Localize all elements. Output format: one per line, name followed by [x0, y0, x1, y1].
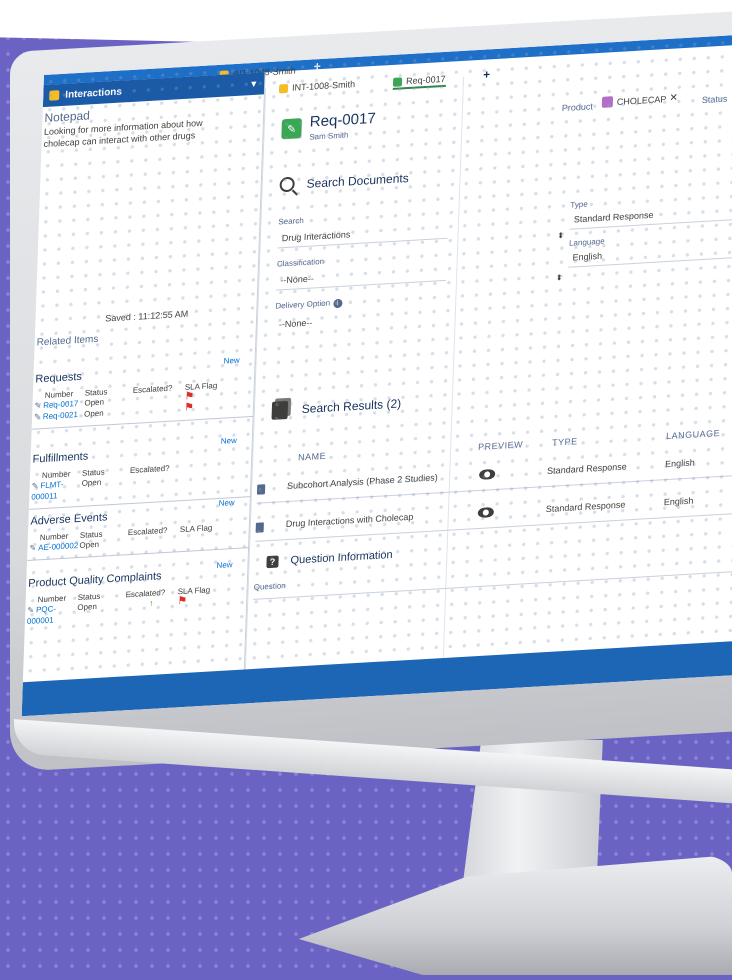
col-preview: PREVIEW — [477, 439, 524, 452]
question-label: Question — [253, 581, 286, 592]
subtab-request-label: Req-0017 — [405, 73, 446, 87]
pqc-section: Product Quality Complaints New Number St… — [25, 560, 249, 627]
classification-select[interactable]: --None-- — [280, 273, 314, 285]
record-title: Req-0017 — [309, 109, 377, 131]
pqc-status: Open — [77, 601, 98, 613]
new-subtab-button[interactable]: + — [483, 67, 491, 81]
search-icon — [279, 176, 295, 193]
interactions-icon — [49, 90, 60, 101]
result-name[interactable]: Subcohort Analysis (Phase 2 Studies) — [287, 472, 438, 491]
subtab-interaction[interactable]: INT-1008-Smith — [278, 79, 356, 93]
question-information-header: ? Question Information — [266, 548, 393, 569]
product-pill[interactable]: CHOLECAP ✕ — [601, 92, 678, 108]
chevron-down-icon[interactable]: ▼ — [249, 79, 258, 90]
info-icon[interactable]: i — [332, 298, 343, 309]
green-arrow-up-icon: ↑ — [149, 598, 154, 608]
close-icon[interactable]: ✕ — [669, 92, 678, 104]
result-type: Standard Response — [545, 499, 626, 515]
subtab-request[interactable]: Req-0017 — [392, 73, 446, 90]
type-select[interactable]: Standard Response — [574, 210, 654, 225]
preview-eye-icon[interactable] — [478, 468, 496, 480]
pqc-new-link[interactable]: New — [216, 560, 232, 570]
type-label: Type — [570, 199, 588, 210]
question-information-title: Question Information — [290, 548, 393, 567]
monitor-screen: INT-1008-Smith + INT-1008-Smith Req-0017… — [21, 32, 732, 717]
col-sla-flag: SLA Flag — [179, 523, 213, 535]
preview-eye-icon[interactable] — [477, 507, 495, 518]
red-flag-icon: ⚑ — [177, 594, 188, 608]
language-label: Language — [568, 236, 605, 248]
result-name[interactable]: Drug Interactions with Cholecap — [286, 512, 414, 529]
delivery-label: Delivery Option i — [275, 298, 343, 312]
new-tab-button[interactable]: + — [314, 59, 322, 73]
col-type: TYPE — [551, 436, 578, 448]
language-select[interactable]: English — [572, 251, 602, 263]
notepad-saved-status: Saved : 11:12:55 AM — [105, 308, 189, 324]
chevron-updown-icon[interactable]: ⬍ — [557, 231, 564, 240]
search-documents-title: Search Documents — [306, 170, 409, 191]
request-escalated — [132, 403, 184, 417]
search-results-header: Search Results (2) — [271, 394, 402, 420]
column-divider — [442, 76, 465, 659]
product-label: Product — [561, 101, 594, 114]
utility-panel-title: Interactions — [65, 85, 123, 101]
document-icon — [256, 484, 266, 495]
adverse-events-new-link[interactable]: New — [219, 498, 235, 508]
request-icon — [392, 76, 403, 87]
request-record-icon: ✎ — [281, 118, 302, 140]
col-language: LANGUAGE — [665, 428, 721, 442]
request-number-link[interactable]: Req-0021 — [32, 409, 84, 423]
requests-new-link[interactable]: New — [223, 356, 239, 366]
interaction-icon — [278, 83, 289, 93]
product-value: CHOLECAP — [616, 93, 667, 107]
adverse-events-section: Adverse Events New Number Status Escalat… — [27, 498, 251, 561]
result-language: English — [664, 457, 695, 470]
delivery-label-text: Delivery Option — [275, 298, 331, 311]
documents-icon — [271, 400, 289, 420]
search-input[interactable]: Drug Interactions — [282, 229, 351, 243]
result-language: English — [663, 495, 694, 508]
adverse-event-status: Open — [79, 539, 100, 550]
fulfillment-number-link[interactable]: FLMT-000011 — [29, 478, 82, 503]
utility-panel: Interactions ▼ Notepad Looking for more … — [22, 72, 266, 683]
chevron-updown-icon[interactable]: ⬍ — [556, 273, 563, 282]
question-underline — [253, 568, 732, 600]
fulfillments-new-link[interactable]: New — [221, 436, 237, 446]
fulfillment-status: Open — [81, 477, 102, 488]
related-items-title: Related Items — [36, 333, 99, 349]
requests-section: Requests New Number Status Escalated? SL… — [31, 356, 256, 430]
request-status: Open — [83, 408, 104, 419]
col-name: NAME — [297, 450, 327, 463]
record-subtitle: Sam Smith — [309, 130, 349, 142]
pqc-number-link[interactable]: PQC-000001 — [25, 602, 78, 627]
status-label: Status — [701, 93, 728, 106]
question-icon: ? — [266, 555, 279, 569]
delivery-option-select[interactable]: --None-- — [279, 318, 313, 330]
subtab-interaction-label: INT-1008-Smith — [291, 79, 356, 93]
red-flag-icon: ⚑ — [183, 401, 195, 414]
result-type: Standard Response — [546, 461, 627, 476]
adverse-event-number-link[interactable]: AE-000002 — [27, 540, 79, 554]
search-documents-header: Search Documents — [279, 170, 409, 193]
search-results-title: Search Results (2) — [301, 396, 402, 417]
classification-label: Classification — [276, 256, 325, 269]
product-icon — [601, 96, 614, 108]
search-label: Search — [278, 216, 304, 227]
document-icon — [255, 522, 264, 533]
